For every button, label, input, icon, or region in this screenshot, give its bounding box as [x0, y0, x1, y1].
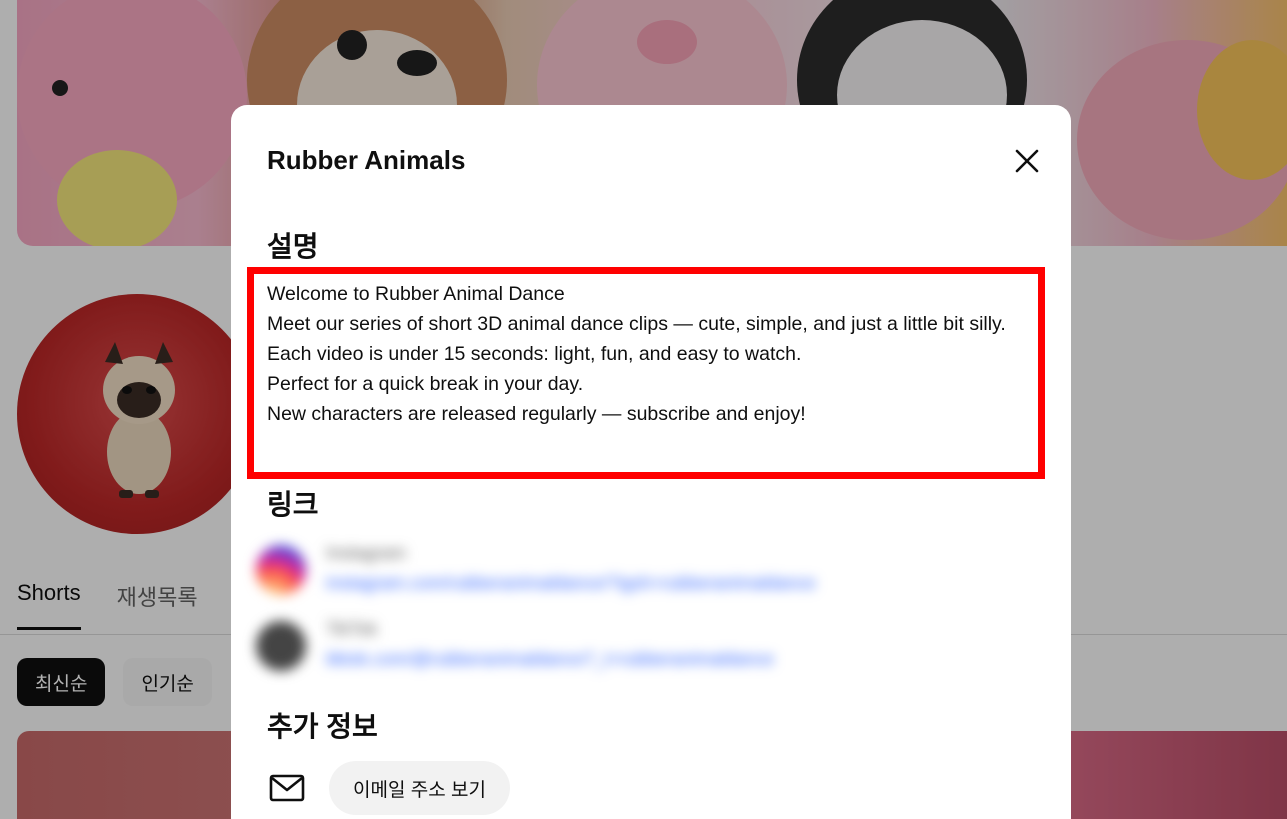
link-url[interactable]: tiktok.com/@rubberanimaldance?_t=rubbera… — [326, 649, 774, 670]
link-name: Instagram — [326, 543, 407, 563]
description-line: Each video is under 15 seconds: light, f… — [267, 343, 802, 365]
dialog-title: Rubber Animals — [267, 145, 466, 175]
link-url[interactable]: instagram.com/rubberanimaldance/?igsh=ru… — [326, 573, 816, 594]
description-line: Welcome to Rubber Animal Dance — [267, 283, 565, 305]
mail-icon — [267, 772, 307, 804]
description-text: Welcome to Rubber Animal Dance Meet our … — [267, 279, 1027, 429]
about-dialog: Rubber Animals 설명 Welcome to Rubber Anim… — [231, 105, 1071, 819]
description-heading: 설명 — [267, 231, 319, 262]
instagram-icon — [256, 545, 306, 595]
more-info-heading: 추가 정보 — [267, 711, 378, 742]
link-name: TikTok — [326, 619, 378, 639]
close-button[interactable] — [1009, 143, 1045, 179]
links-heading: 링크 — [267, 489, 319, 520]
description-line: Meet our series of short 3D animal dance… — [267, 313, 1006, 335]
link-item-tiktok[interactable]: TikTok tiktok.com/@rubberanimaldance?_t=… — [256, 613, 876, 689]
link-item-instagram[interactable]: Instagram instagram.com/rubberanimaldanc… — [256, 537, 876, 613]
email-row: 이메일 주소 보기 — [267, 761, 510, 815]
description-line: New characters are released regularly — … — [267, 403, 806, 425]
view-email-button[interactable]: 이메일 주소 보기 — [329, 761, 510, 815]
close-icon — [1015, 149, 1039, 173]
description-line: Perfect for a quick break in your day. — [267, 373, 584, 395]
tiktok-icon — [256, 621, 306, 671]
links-list: Instagram instagram.com/rubberanimaldanc… — [256, 537, 876, 677]
